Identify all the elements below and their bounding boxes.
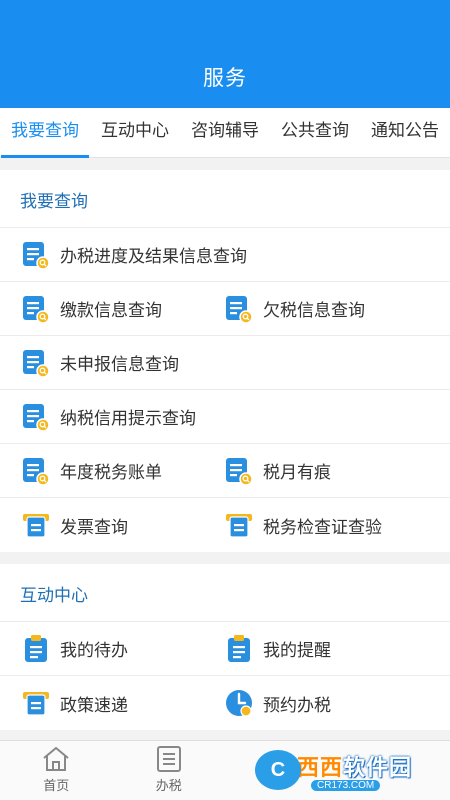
nav-tax[interactable]: 办税	[113, 741, 226, 800]
tab-notice[interactable]: 通知公告	[369, 108, 441, 158]
item-invoice-query[interactable]: 发票查询	[0, 498, 225, 552]
item-appointment[interactable]: 预约办税	[225, 676, 450, 730]
document-search-icon	[22, 456, 50, 486]
item-label: 纳税信用提示查询	[60, 409, 196, 428]
section-title-interact: 互动中心	[0, 564, 450, 622]
tab-interact[interactable]: 互动中心	[99, 108, 171, 158]
item-label: 欠税信息查询	[263, 301, 365, 320]
section-query: 我要查询 办税进度及结果信息查询 缴款信息查询 欠税信息查询 未申报信息查询 纳…	[0, 170, 450, 552]
document-search-icon	[225, 294, 253, 324]
watermark-text: 西西软件园 CR173.COM	[297, 750, 412, 791]
list-row: 我的待办 我的提醒	[0, 622, 450, 676]
page-title: 服务	[203, 67, 247, 90]
item-label: 办税进度及结果信息查询	[60, 247, 247, 266]
watermark-sub: CR173.COM	[311, 779, 381, 791]
item-arrears-query[interactable]: 欠税信息查询	[225, 282, 450, 335]
list-row: 办税进度及结果信息查询	[0, 228, 450, 282]
watermark-logo: C	[255, 750, 301, 790]
list-row: 纳税信用提示查询	[0, 390, 450, 444]
nav-label: 办税	[155, 778, 182, 793]
section-title-query: 我要查询	[0, 170, 450, 228]
item-label: 发票查询	[60, 517, 128, 537]
document-search-icon	[22, 294, 50, 324]
list-row: 缴款信息查询 欠税信息查询	[0, 282, 450, 336]
item-label: 政策速递	[60, 695, 128, 715]
invoice-icon	[225, 510, 253, 540]
invoice-icon	[22, 688, 50, 718]
tab-query[interactable]: 我要查询	[1, 108, 89, 158]
list-row: 未申报信息查询	[0, 336, 450, 390]
watermark-main: 西西软件园	[297, 750, 412, 782]
item-label: 我的提醒	[263, 641, 331, 660]
item-my-reminder[interactable]: 我的提醒	[225, 622, 450, 675]
tab-public-query[interactable]: 公共查询	[279, 108, 351, 158]
list-row: 年度税务账单 税月有痕	[0, 444, 450, 498]
item-tax-history[interactable]: 税月有痕	[225, 444, 450, 497]
item-my-todo[interactable]: 我的待办	[0, 622, 225, 675]
list-row: 发票查询 税务检查证查验	[0, 498, 450, 552]
document-search-icon	[22, 402, 50, 432]
invoice-icon	[22, 510, 50, 540]
document-search-icon	[22, 240, 50, 270]
nav-home[interactable]: 首页	[0, 741, 113, 800]
nav-label: 首页	[43, 778, 70, 793]
app-header: 服务	[0, 0, 450, 108]
document-search-icon	[225, 456, 253, 486]
clock-icon	[225, 688, 253, 718]
document-search-icon	[22, 348, 50, 378]
clipboard-icon	[22, 634, 50, 664]
category-tabs: 我要查询 互动中心 咨询辅导 公共查询 通知公告	[0, 108, 450, 158]
item-label: 年度税务账单	[60, 463, 162, 482]
item-policy-express[interactable]: 政策速递	[0, 676, 225, 730]
item-label: 预约办税	[263, 695, 331, 715]
list-icon	[156, 746, 181, 772]
item-label: 税务检查证查验	[263, 517, 382, 537]
watermark: C 西西软件园 CR173.COM	[255, 748, 435, 792]
item-payment-query[interactable]: 缴款信息查询	[0, 282, 225, 335]
home-icon	[43, 746, 69, 771]
clipboard-icon	[225, 634, 253, 664]
section-interact: 互动中心 我的待办 我的提醒 政策速递 预约办税	[0, 564, 450, 730]
content-scroll[interactable]: 我要查询 办税进度及结果信息查询 缴款信息查询 欠税信息查询 未申报信息查询 纳…	[0, 158, 450, 740]
item-inspection-verify[interactable]: 税务检查证查验	[225, 498, 450, 552]
item-label: 未申报信息查询	[60, 355, 179, 374]
item-label: 我的待办	[60, 641, 128, 660]
item-tax-progress[interactable]: 办税进度及结果信息查询	[0, 228, 247, 281]
watermark-main-b: 软件园	[343, 754, 413, 780]
item-label: 税月有痕	[263, 463, 331, 482]
item-annual-bill[interactable]: 年度税务账单	[0, 444, 225, 497]
item-undeclared-query[interactable]: 未申报信息查询	[0, 336, 179, 389]
tab-consult[interactable]: 咨询辅导	[189, 108, 261, 158]
item-credit-query[interactable]: 纳税信用提示查询	[0, 390, 196, 443]
item-label: 缴款信息查询	[60, 301, 162, 320]
watermark-main-a: 西西	[297, 754, 344, 780]
list-row: 政策速递 预约办税	[0, 676, 450, 730]
